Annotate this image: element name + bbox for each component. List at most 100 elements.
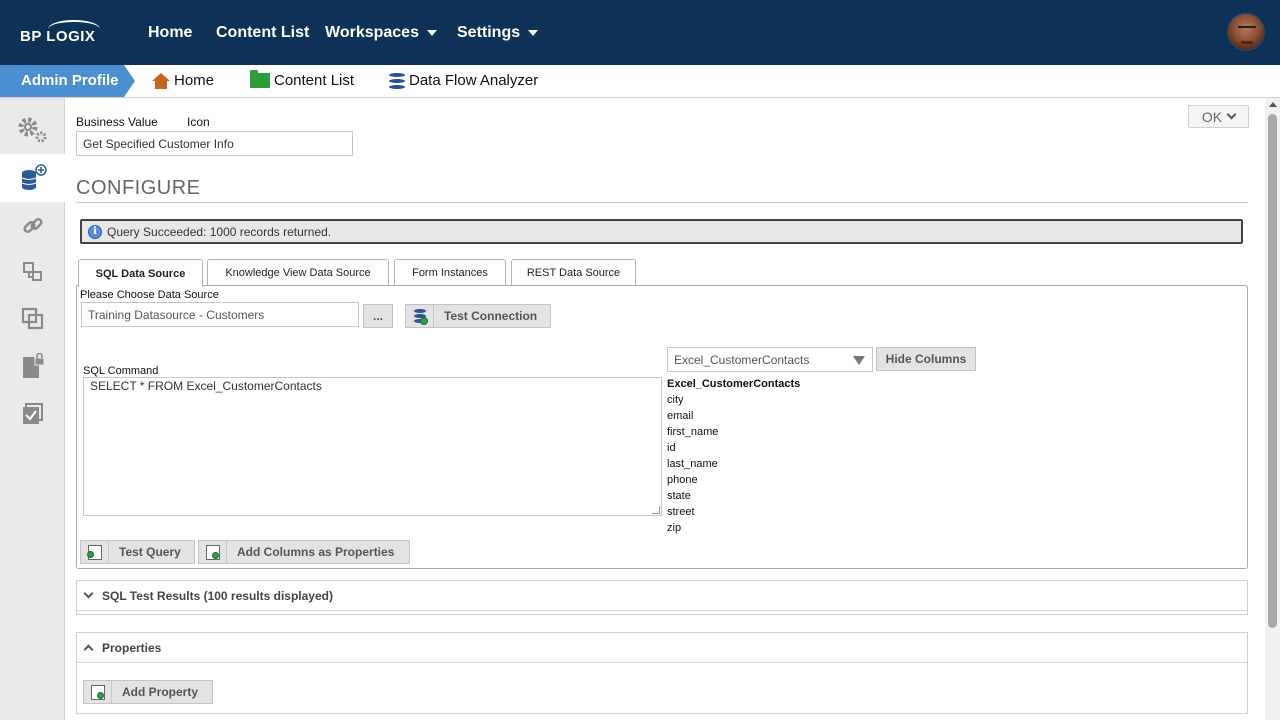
chevron-down-icon <box>1226 109 1237 120</box>
sidebar-item-hierarchy[interactable] <box>0 248 65 296</box>
tab-sql-data-source[interactable]: SQL Data Source <box>78 259 203 287</box>
business-value-input[interactable]: Get Specified Customer Info <box>76 131 353 156</box>
nav-content-list[interactable]: Content List <box>216 24 309 42</box>
add-property-label: Add Property <box>122 685 199 699</box>
link-icon <box>22 217 43 234</box>
list-item[interactable]: zip <box>667 520 800 536</box>
database-icon <box>389 72 405 89</box>
crumb-data-flow-analyzer-label: Data Flow Analyzer <box>409 72 539 89</box>
list-item[interactable]: first_name <box>667 424 800 440</box>
test-connection-icon-box <box>406 305 434 327</box>
list-item[interactable]: city <box>667 392 800 408</box>
check-dot <box>419 316 428 325</box>
database-check-icon <box>413 308 428 325</box>
crumb-home[interactable]: Home <box>152 72 214 89</box>
nav-settings-label: Settings <box>457 24 521 41</box>
sidebar-item-approval[interactable] <box>0 391 65 439</box>
properties-header[interactable]: Properties <box>77 633 1247 663</box>
caret-down-icon <box>528 29 539 36</box>
sql-test-results-title: SQL Test Results (100 results displayed) <box>102 588 333 603</box>
properties-section: Properties <box>76 632 1248 714</box>
icon-label: Icon <box>187 115 210 129</box>
folder-icon <box>250 70 270 88</box>
sql-test-results-section: SQL Test Results (100 results displayed) <box>76 580 1248 615</box>
nav-settings[interactable]: Settings <box>457 24 539 42</box>
sql-command-text: SELECT * FROM Excel_CustomerContacts <box>90 379 322 393</box>
add-columns-icon <box>205 544 220 560</box>
list-item[interactable]: phone <box>667 472 800 488</box>
add-columns-as-properties-button[interactable]: Add Columns as Properties <box>198 540 410 564</box>
ok-button[interactable]: OK <box>1188 105 1249 128</box>
crumb-home-label: Home <box>174 72 215 89</box>
sidebar-item-locked-document[interactable] <box>0 343 65 391</box>
locked-document-icon <box>22 353 44 378</box>
copy-icon <box>21 307 43 330</box>
add-property-icon <box>90 684 105 700</box>
breadcrumb-bar: Admin Profile Home Content List Data Flo… <box>0 65 1280 98</box>
test-connection-label: Test Connection <box>444 309 538 323</box>
top-navbar: BP LOGIX Home Content List Workspaces Se… <box>0 0 1280 65</box>
chevron-down-icon <box>83 588 94 599</box>
info-icon: i <box>88 224 102 239</box>
hierarchy-icon <box>22 262 42 281</box>
list-item[interactable]: street <box>667 504 800 520</box>
datasource-label: Please Choose Data Source <box>80 289 219 301</box>
business-value-label: Business Value <box>76 115 158 129</box>
configure-title: CONFIGURE <box>76 177 201 199</box>
page-scrollbar[interactable] <box>1265 98 1280 720</box>
nav-home-label: Home <box>148 24 193 41</box>
properties-title: Properties <box>102 640 162 655</box>
list-item[interactable]: email <box>667 408 800 424</box>
tab-knowledge-view-data-source[interactable]: Knowledge View Data Source <box>207 259 389 286</box>
avatar-glasses <box>1238 26 1256 32</box>
ok-button-label: OK <box>1201 108 1223 125</box>
add-dot <box>211 551 219 559</box>
crumb-content-list[interactable]: Content List <box>250 70 354 89</box>
sidebar-item-settings[interactable] <box>0 106 65 154</box>
sql-command-label: SQL Command <box>83 365 159 377</box>
nav-workspaces-label: Workspaces <box>325 24 419 41</box>
nav-content-list-label: Content List <box>216 24 310 41</box>
avatar-mouth <box>1241 41 1253 44</box>
scroll-thumb[interactable] <box>1268 114 1277 628</box>
test-query-label: Test Query <box>119 545 181 559</box>
add-columns-label: Add Columns as Properties <box>237 545 395 559</box>
admin-profile-crumb[interactable]: Admin Profile <box>0 65 135 97</box>
nav-workspaces[interactable]: Workspaces <box>325 24 437 42</box>
list-item[interactable]: last_name <box>667 456 800 472</box>
left-sidebar <box>0 98 65 720</box>
sidebar-item-data-source[interactable] <box>0 154 65 202</box>
test-connection-button[interactable]: Test Connection <box>405 304 551 328</box>
hide-columns-button[interactable]: Hide Columns <box>876 347 976 371</box>
table-select-value: Excel_CustomerContacts <box>674 352 810 367</box>
list-item[interactable]: state <box>667 488 800 504</box>
sidebar-item-links[interactable] <box>0 202 65 250</box>
caret-down-icon <box>426 29 437 36</box>
gears-icon <box>18 117 46 143</box>
tab-form-instances[interactable]: Form Instances <box>394 259 506 286</box>
add-columns-icon-box <box>199 541 227 563</box>
sidebar-item-copy[interactable] <box>0 295 65 343</box>
sql-check-icon <box>86 544 102 560</box>
home-icon <box>152 72 170 89</box>
bp-logix-logo[interactable]: BP LOGIX <box>18 20 108 48</box>
sql-test-results-header[interactable]: SQL Test Results (100 results displayed) <box>77 581 1247 611</box>
scroll-up-icon[interactable] <box>1269 102 1277 107</box>
add-property-icon-box <box>84 681 112 703</box>
sql-command-textarea[interactable]: SELECT * FROM Excel_CustomerContacts <box>83 377 662 516</box>
test-query-button[interactable]: Test Query <box>80 540 195 564</box>
list-item[interactable]: id <box>667 440 800 456</box>
tab-rest-data-source[interactable]: REST Data Source <box>511 259 636 286</box>
crumb-data-flow-analyzer[interactable]: Data Flow Analyzer <box>389 72 538 89</box>
nav-home[interactable]: Home <box>148 24 192 42</box>
user-avatar[interactable] <box>1227 13 1265 51</box>
resize-grip-icon[interactable] <box>652 506 660 514</box>
status-text: Query Succeeded: 1000 records returned. <box>107 224 332 239</box>
datasource-input[interactable]: Training Datasource - Customers <box>81 302 359 327</box>
columns-list: Excel_CustomerContacts city email first_… <box>667 376 800 536</box>
add-property-button[interactable]: Add Property <box>83 680 213 704</box>
dropdown-arrow-icon <box>853 356 865 365</box>
browse-datasource-button[interactable]: ... <box>363 304 393 328</box>
table-select-dropdown[interactable]: Excel_CustomerContacts <box>667 347 873 372</box>
add-dot <box>96 691 104 699</box>
